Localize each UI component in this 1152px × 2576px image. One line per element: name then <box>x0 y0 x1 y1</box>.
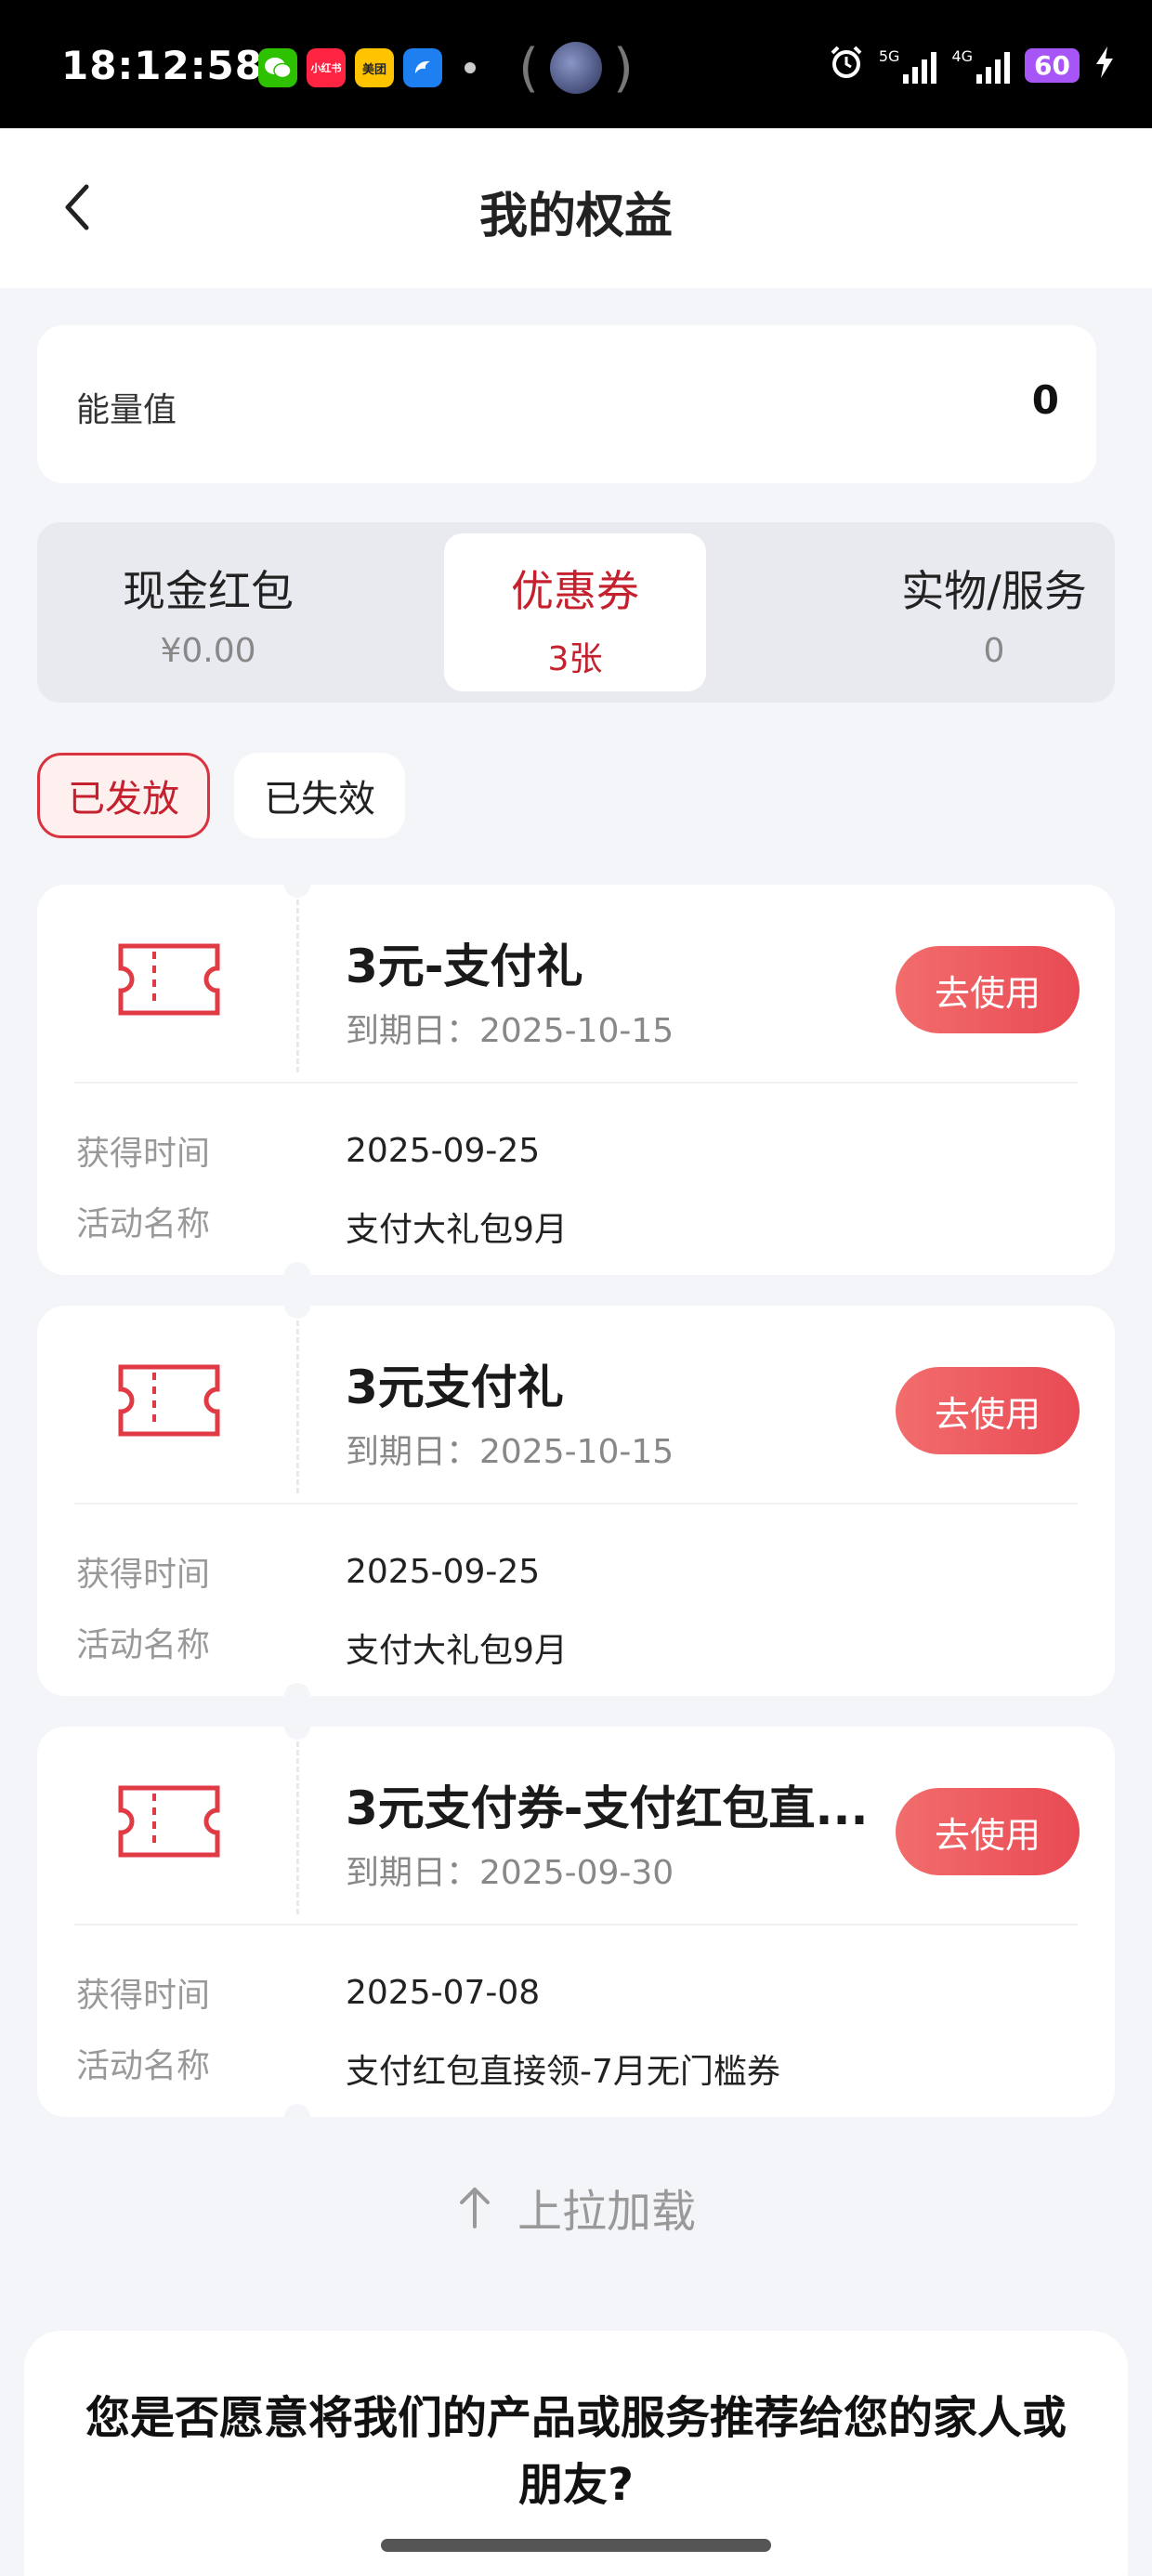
ticket-icon <box>118 1364 220 1437</box>
obtained-time-value: 2025-07-08 <box>346 1974 541 2012</box>
coupon-title: 3元支付券-支付红包直... <box>346 1781 869 1835</box>
benefit-tabs: 现金红包 ¥0.00 优惠券 3张 实物/服务 0 <box>37 522 1115 703</box>
arrow-up-icon <box>459 2188 490 2228</box>
use-coupon-button[interactable]: 去使用 <box>896 946 1080 1033</box>
charging-icon <box>1094 46 1115 85</box>
coupon-title: 3元-支付礼 <box>346 940 583 993</box>
signal-5g-icon: 5G <box>879 47 937 84</box>
activity-name-label: 活动名称 <box>76 2047 211 2085</box>
activity-name-value: 支付红包直接领-7月无门槛券 <box>346 2053 780 2091</box>
home-indicator[interactable] <box>381 2539 771 2552</box>
coupon-card: 3元-支付礼 到期日：2025-10-15 去使用 获得时间 2025-09-2… <box>37 872 1115 1288</box>
tab-cash-red-packet[interactable]: 现金红包 ¥0.00 <box>59 533 357 691</box>
tab-count: 3张 <box>547 640 603 678</box>
load-more-text: 上拉加载 <box>517 2186 696 2238</box>
meituan-icon: 美团 <box>355 48 394 87</box>
obtained-time-value: 2025-09-25 <box>346 1132 541 1170</box>
network-1-label: 5G <box>878 47 900 65</box>
coupon-title: 3元支付礼 <box>346 1360 564 1414</box>
energy-value: 0 <box>1031 377 1059 423</box>
nav-header: 我的权益 <box>0 128 1152 288</box>
use-coupon-button[interactable]: 去使用 <box>896 1367 1080 1454</box>
battery-level: 60 <box>1025 48 1080 83</box>
network-2-label: 4G <box>951 47 974 65</box>
obtained-time-value: 2025-09-25 <box>346 1553 541 1591</box>
filter-issued[interactable]: 已发放 <box>37 753 210 838</box>
tab-coupon[interactable]: 优惠券 3张 <box>444 533 706 691</box>
coupon-expiry: 到期日：2025-10-15 <box>346 1012 674 1050</box>
dynamic-island: ( ) <box>518 37 634 99</box>
page-title: 我的权益 <box>478 189 673 244</box>
browser-icon <box>403 48 442 87</box>
xiaohongshu-icon: 小红书 <box>307 48 346 87</box>
signal-4g-icon: 4G <box>951 47 1011 84</box>
activity-name-label: 活动名称 <box>76 1205 211 1243</box>
coupon-expiry: 到期日：2025-09-30 <box>346 1854 674 1892</box>
meituan-label: 美团 <box>361 62 386 77</box>
activity-name-value: 支付大礼包9月 <box>346 1211 568 1249</box>
ticket-icon <box>118 1785 220 1858</box>
tab-label: 实物/服务 <box>901 566 1087 616</box>
status-time: 18:12:58 <box>61 43 263 88</box>
energy-label: 能量值 <box>76 391 177 429</box>
more-notifications-dot <box>465 62 476 73</box>
wechat-icon <box>258 48 297 87</box>
tab-count: 0 <box>983 632 1005 670</box>
tab-count: ¥0.00 <box>160 632 256 670</box>
tab-label: 现金红包 <box>123 566 294 616</box>
island-avatar <box>550 42 602 94</box>
alarm-icon <box>829 45 864 86</box>
filter-expired[interactable]: 已失效 <box>234 753 405 838</box>
activity-name-label: 活动名称 <box>76 1626 211 1664</box>
notification-icons: 小红书 美团 <box>258 48 476 87</box>
coupon-expiry: 到期日：2025-10-15 <box>346 1433 674 1471</box>
activity-name-value: 支付大礼包9月 <box>346 1632 568 1670</box>
load-more-hint: 上拉加载 <box>0 2175 1152 2240</box>
tab-goods-services[interactable]: 实物/服务 0 <box>845 533 1143 691</box>
status-bar: 18:12:58 小红书 美团 ( ) 5G 4G 60 <box>0 0 1152 128</box>
obtained-time-label: 获得时间 <box>76 1977 211 2015</box>
xiaohongshu-label: 小红书 <box>310 62 342 74</box>
tab-label: 优惠券 <box>511 566 639 616</box>
ticket-icon <box>118 943 220 1016</box>
survey-question: 您是否愿意将我们的产品或服务推荐给您的家人或朋友? <box>85 2392 1067 2511</box>
obtained-time-label: 获得时间 <box>76 1135 211 1173</box>
energy-card: 能量值 0 <box>37 325 1096 483</box>
coupon-card: 3元支付券-支付红包直... 到期日：2025-09-30 去使用 获得时间 2… <box>37 1714 1115 2130</box>
coupon-card: 3元支付礼 到期日：2025-10-15 去使用 获得时间 2025-09-25… <box>37 1293 1115 1709</box>
status-right: 5G 4G 60 <box>829 45 1115 86</box>
use-coupon-button[interactable]: 去使用 <box>896 1788 1080 1875</box>
obtained-time-label: 获得时间 <box>76 1556 211 1594</box>
